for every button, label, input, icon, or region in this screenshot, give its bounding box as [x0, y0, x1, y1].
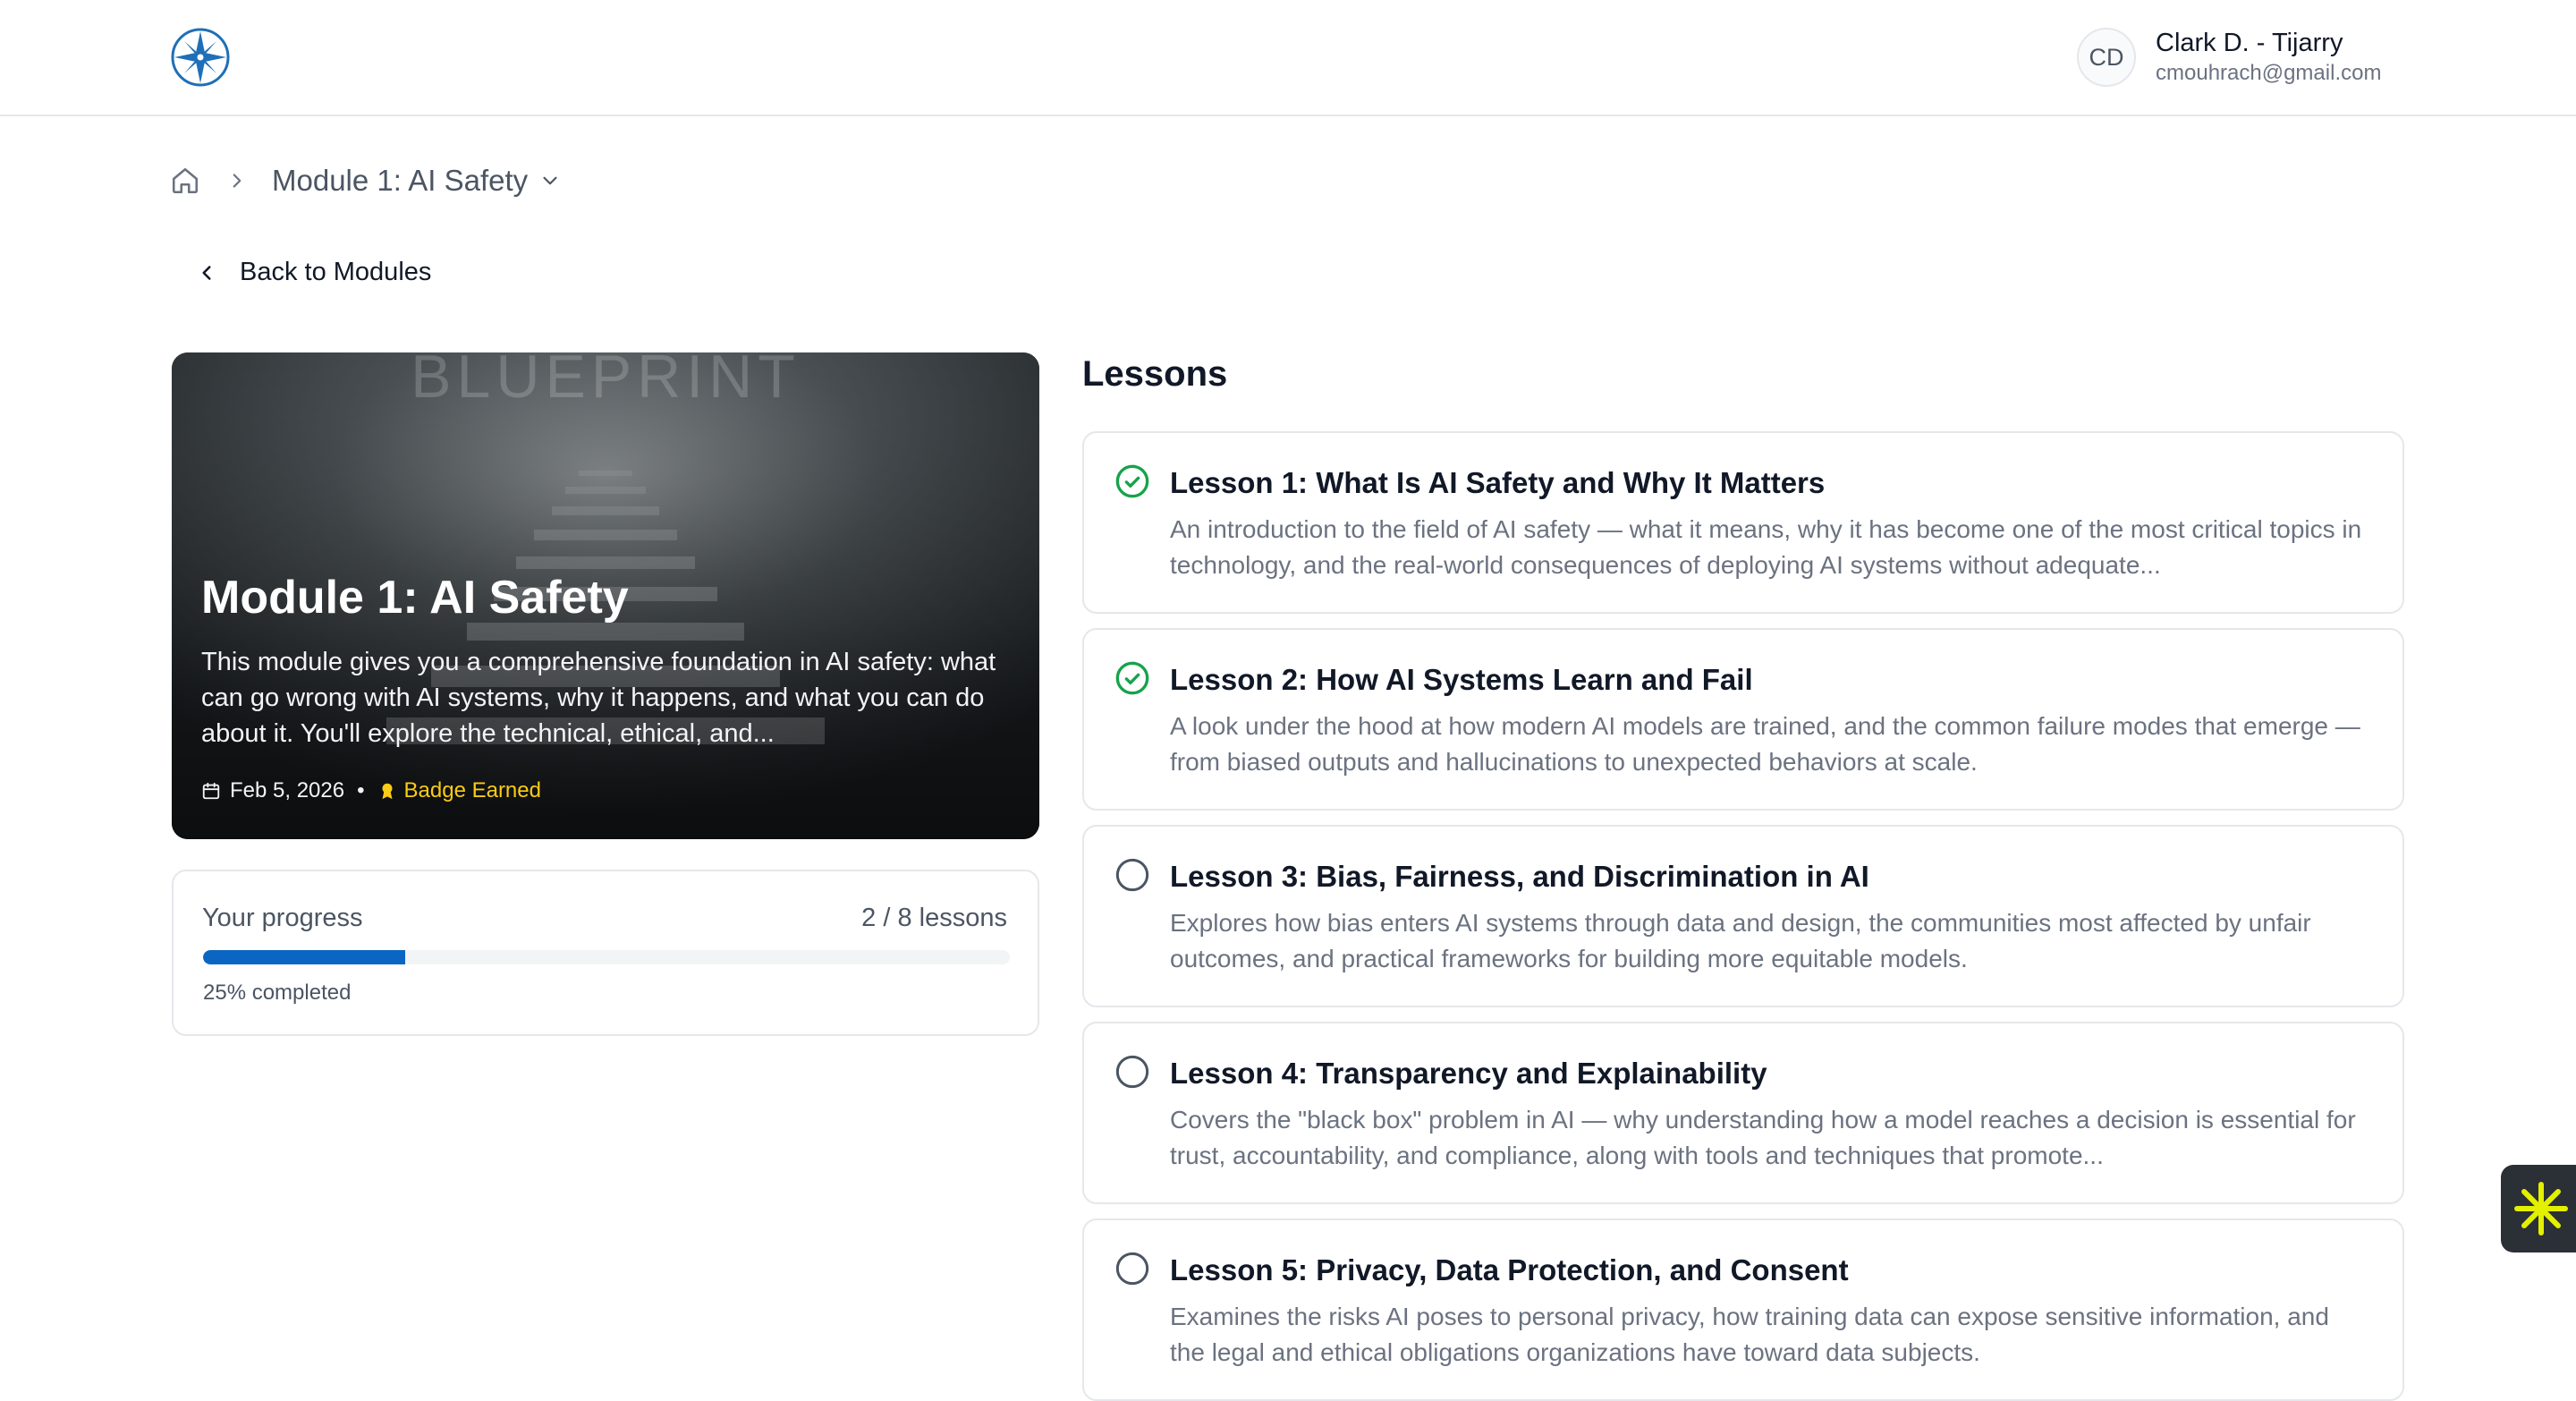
user-menu[interactable]: CD Clark D. - Tijarry cmouhrach@gmail.co… [2077, 27, 2381, 88]
user-info: Clark D. - Tijarry cmouhrach@gmail.com [2156, 27, 2381, 88]
lesson-title: Lesson 2: How AI Systems Learn and Fail [1170, 663, 1753, 696]
progress-card: Your progress 2 / 8 lessons 25% complete… [172, 870, 1039, 1036]
empty-circle-icon [1115, 1252, 1149, 1286]
lesson-description: A look under the hood at how modern AI m… [1170, 712, 2360, 776]
lesson-description: Covers the "black box" problem in AI — w… [1170, 1106, 2356, 1169]
lesson-card-5[interactable]: Lesson 5: Privacy, Data Protection, and … [1082, 1218, 2404, 1401]
calendar-icon [202, 782, 220, 800]
lesson-card-1[interactable]: Lesson 1: What Is AI Safety and Why It M… [1082, 431, 2404, 614]
progress-count: 2 / 8 lessons [861, 904, 1007, 932]
lesson-description: Examines the risks AI poses to personal … [1170, 1303, 2329, 1366]
check-circle-icon [1115, 464, 1149, 498]
avatar[interactable]: CD [2077, 28, 2136, 87]
avatar-initials: CD [2089, 43, 2124, 71]
lesson-card-4[interactable]: Lesson 4: Transparency and Explainabilit… [1082, 1022, 2404, 1204]
lesson-title: Lesson 4: Transparency and Explainabilit… [1170, 1057, 1767, 1090]
back-to-modules-button[interactable]: Back to Modules [195, 258, 431, 287]
progress-percent: 25% completed [203, 981, 352, 1005]
lesson-title: Lesson 1: What Is AI Safety and Why It M… [1170, 466, 1826, 499]
user-email: cmouhrach@gmail.com [2156, 61, 2382, 85]
module-title: Module 1: AI Safety [201, 572, 629, 624]
lesson-description: An introduction to the field of AI safet… [1170, 515, 2362, 579]
award-icon [382, 783, 393, 800]
home-icon[interactable] [170, 166, 200, 196]
chevron-down-icon[interactable] [538, 169, 562, 192]
hero-background-text: BLUEPRINT [411, 352, 801, 411]
user-name: Clark D. - Tijarry [2156, 29, 2343, 57]
progress-label: Your progress [202, 904, 363, 932]
check-circle-icon [1115, 661, 1149, 695]
breadcrumb-current[interactable]: Module 1: AI Safety [272, 164, 528, 198]
progress-bar-fill [203, 950, 405, 964]
lesson-card-2[interactable]: Lesson 2: How AI Systems Learn and Fail … [1082, 628, 2404, 811]
badge-earned: Badge Earned [377, 778, 541, 803]
lesson-card-3[interactable]: Lesson 3: Bias, Fairness, and Discrimina… [1082, 825, 2404, 1007]
top-bar: CD Clark D. - Tijarry cmouhrach@gmail.co… [0, 0, 2576, 116]
meta-separator: • [357, 778, 365, 802]
breadcrumb: Module 1: AI Safety [170, 159, 562, 202]
lesson-description: Explores how bias enters AI systems thro… [1170, 909, 2311, 972]
module-description: This module gives you a comprehensive fo… [201, 648, 996, 748]
badge-label: Badge Earned [403, 778, 541, 802]
sparkle-icon [2514, 1182, 2568, 1235]
lessons-heading: Lessons [1082, 354, 1228, 394]
progress-bar [203, 950, 1010, 964]
lesson-title: Lesson 5: Privacy, Data Protection, and … [1170, 1253, 1849, 1286]
module-meta: Feb 5, 2026 • Badge Earned [201, 778, 541, 803]
back-label: Back to Modules [240, 258, 432, 286]
compass-logo-icon[interactable] [170, 27, 231, 88]
chevron-left-icon [202, 265, 211, 280]
floating-assistant-button[interactable] [2501, 1165, 2576, 1252]
module-date: Feb 5, 2026 [230, 778, 345, 802]
lesson-title: Lesson 3: Bias, Fairness, and Discrimina… [1170, 860, 1869, 893]
chevron-right-icon [233, 174, 242, 188]
hero-content: Module 1: AI Safety This module gives yo… [201, 567, 1004, 751]
empty-circle-icon [1115, 858, 1149, 892]
empty-circle-icon [1115, 1055, 1149, 1089]
module-hero-card: BLUEPRINT Module 1: AI Safety This modul… [172, 352, 1039, 839]
